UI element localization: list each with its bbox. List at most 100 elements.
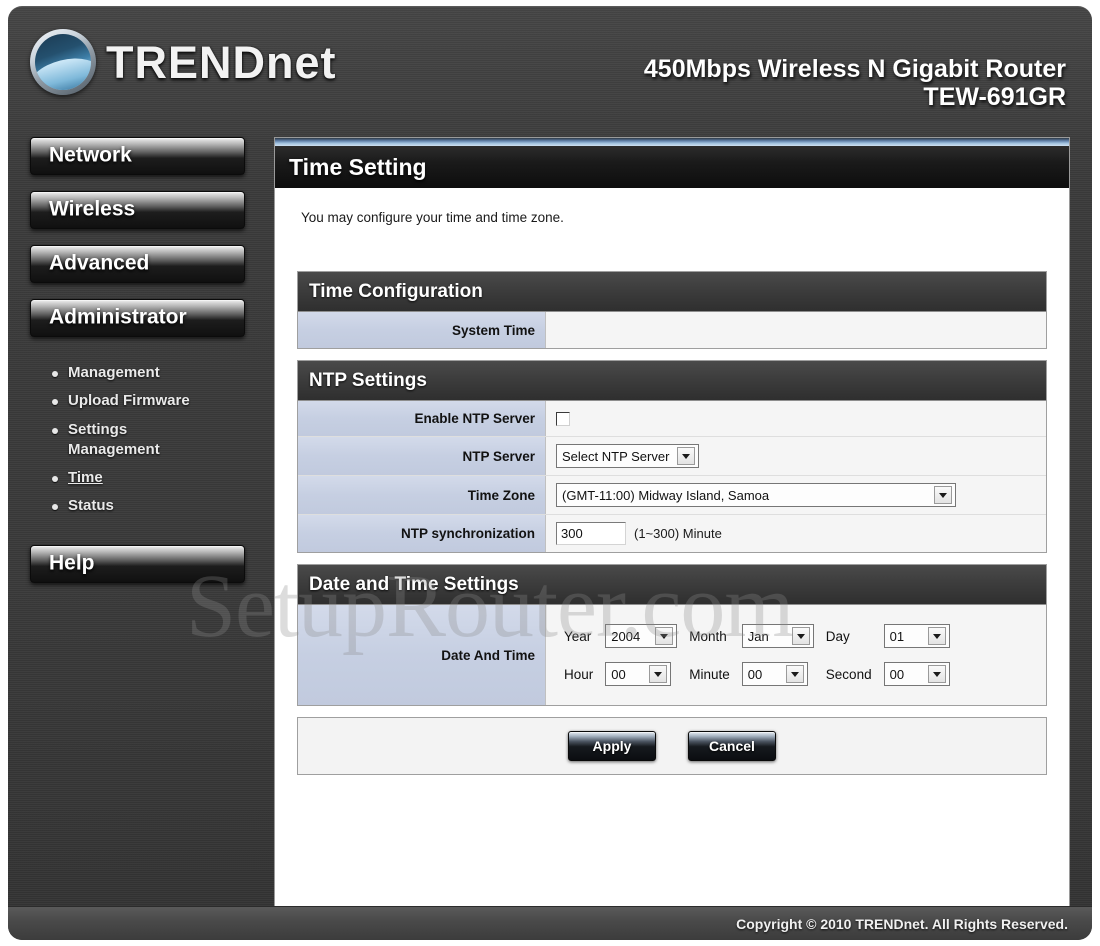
brand-name: TRENDnet bbox=[106, 36, 337, 88]
submenu-item-management-label: Management bbox=[68, 364, 160, 381]
system-time-label: System Time bbox=[451, 322, 535, 338]
month-select[interactable]: Jan bbox=[741, 624, 814, 648]
section-date-time-settings-heading: Date and Time Settings bbox=[309, 573, 519, 595]
row-label-cell: NTP Server bbox=[298, 437, 546, 475]
chevron-down-icon[interactable] bbox=[655, 627, 674, 645]
chevron-down-icon[interactable] bbox=[677, 447, 696, 465]
bullet-icon bbox=[52, 371, 58, 377]
section-header: NTP Settings bbox=[298, 361, 1046, 401]
submenu-item-time-label: Time bbox=[68, 469, 103, 486]
day-label: Day bbox=[825, 628, 850, 644]
sidebar-item-wireless-label: Wireless bbox=[49, 197, 136, 221]
page-footer: Copyright © 2010 TRENDnet. All Rights Re… bbox=[8, 906, 1092, 940]
row-value-cell: Select NTP Server bbox=[546, 437, 1046, 475]
submenu-item-management[interactable]: Management bbox=[30, 359, 252, 387]
submenu-item-settings-management-label: Settings Management bbox=[68, 420, 160, 458]
settings-sections: Time Configuration System Time NTP Setti… bbox=[297, 271, 1047, 775]
form-action-bar: Apply Cancel bbox=[297, 717, 1047, 775]
submenu-item-settings-management[interactable]: Settings Management bbox=[30, 416, 252, 465]
submenu-item-time[interactable]: Time bbox=[30, 464, 252, 492]
row-value-cell bbox=[546, 312, 1046, 348]
ntp-synchronization-label: NTP synchronization bbox=[400, 526, 535, 541]
row-value-cell: (GMT-11:00) Midway Island, Samoa bbox=[546, 476, 1046, 514]
day-value: 01 bbox=[889, 628, 905, 644]
time-zone-select[interactable]: (GMT-11:00) Midway Island, Samoa bbox=[556, 483, 956, 507]
enable-ntp-server-checkbox[interactable] bbox=[556, 411, 570, 426]
ntp-synchronization-input[interactable] bbox=[556, 522, 626, 545]
chevron-down-icon[interactable] bbox=[927, 627, 946, 645]
row-date-and-time: Date And Time Year 2004 Month Jan Day 01… bbox=[298, 605, 1046, 705]
date-time-field-grid: Year 2004 Month Jan Day 01 Hour 00 Minut… bbox=[556, 612, 958, 698]
ntp-server-selected-value: Select NTP Server bbox=[562, 448, 670, 464]
page-title-bar: Time Setting bbox=[275, 146, 1069, 188]
ntp-synchronization-hint: (1~300) Minute bbox=[634, 526, 722, 541]
submenu-item-status[interactable]: Status bbox=[30, 492, 252, 520]
content-body: You may configure your time and time zon… bbox=[275, 188, 1069, 909]
apply-button[interactable]: Apply bbox=[568, 731, 656, 761]
section-ntp-settings-heading: NTP Settings bbox=[309, 369, 427, 391]
globe-icon bbox=[30, 29, 96, 95]
row-label-cell: System Time bbox=[298, 312, 546, 348]
ntp-server-select[interactable]: Select NTP Server bbox=[556, 444, 700, 468]
row-value-cell: Year 2004 Month Jan Day 01 Hour 00 Minut… bbox=[546, 605, 1046, 705]
sidebar-item-network-label: Network bbox=[49, 143, 132, 167]
sidebar-item-wireless[interactable]: Wireless bbox=[30, 191, 245, 229]
section-header: Date and Time Settings bbox=[298, 565, 1046, 605]
submenu-item-upload-firmware-label: Upload Firmware bbox=[68, 392, 190, 410]
hour-select[interactable]: 00 bbox=[605, 662, 672, 686]
sidebar-item-administrator[interactable]: Administrator bbox=[30, 299, 245, 337]
page-description: You may configure your time and time zon… bbox=[301, 210, 564, 225]
brand-logo[interactable]: TRENDnet bbox=[30, 29, 337, 95]
row-ntp-synchronization: NTP synchronization (1~300) Minute bbox=[298, 515, 1046, 552]
section-date-time-settings: Date and Time Settings Date And Time Yea… bbox=[297, 564, 1047, 706]
cancel-button[interactable]: Cancel bbox=[688, 731, 776, 761]
enable-ntp-server-label: Enable NTP Server bbox=[414, 411, 535, 426]
sidebar-item-advanced-label: Advanced bbox=[49, 251, 150, 275]
year-select[interactable]: 2004 bbox=[605, 624, 678, 648]
row-label-cell: Date And Time bbox=[298, 605, 546, 705]
section-ntp-settings: NTP Settings Enable NTP Server NTP Serve… bbox=[297, 360, 1047, 553]
row-system-time: System Time bbox=[298, 312, 1046, 348]
time-zone-label: Time Zone bbox=[467, 487, 535, 503]
chevron-down-icon[interactable] bbox=[785, 665, 804, 683]
product-line-label: 450Mbps Wireless N Gigabit Router bbox=[643, 55, 1066, 83]
row-value-cell: (1~300) Minute bbox=[546, 515, 1046, 552]
accent-bar bbox=[275, 138, 1069, 146]
section-time-configuration-heading: Time Configuration bbox=[309, 280, 483, 302]
cancel-button-label: Cancel bbox=[709, 738, 755, 754]
year-value: 2004 bbox=[611, 628, 641, 644]
chevron-down-icon[interactable] bbox=[927, 665, 946, 683]
router-admin-page: TRENDnet 450Mbps Wireless N Gigabit Rout… bbox=[0, 0, 1100, 946]
hour-label: Hour bbox=[564, 666, 594, 682]
second-value: 00 bbox=[889, 666, 905, 682]
page-title: Time Setting bbox=[289, 153, 427, 180]
section-time-configuration: Time Configuration System Time bbox=[297, 271, 1047, 349]
row-value-cell bbox=[546, 401, 1046, 436]
minute-value: 00 bbox=[747, 666, 763, 682]
copyright-text: Copyright © 2010 TRENDnet. All Rights Re… bbox=[736, 915, 1068, 932]
page-header: TRENDnet 450Mbps Wireless N Gigabit Rout… bbox=[8, 7, 1092, 129]
second-label: Second bbox=[825, 666, 872, 682]
sidebar-item-help-label: Help bbox=[49, 551, 95, 575]
row-label-cell: Enable NTP Server bbox=[298, 401, 546, 436]
minute-label: Minute bbox=[689, 666, 730, 682]
month-value: Jan bbox=[747, 628, 769, 644]
chevron-down-icon[interactable] bbox=[649, 665, 668, 683]
administrator-submenu: Management Upload Firmware Settings Mana… bbox=[30, 353, 252, 529]
submenu-item-upload-firmware[interactable]: Upload Firmware bbox=[30, 387, 252, 415]
apply-button-label: Apply bbox=[592, 738, 632, 754]
sidebar-navigation: Network Wireless Advanced Administrator … bbox=[30, 137, 252, 599]
hour-value: 00 bbox=[611, 666, 626, 682]
chevron-down-icon[interactable] bbox=[791, 627, 810, 645]
sidebar-item-advanced[interactable]: Advanced bbox=[30, 245, 245, 283]
row-time-zone: Time Zone (GMT-11:00) Midway Island, Sam… bbox=[298, 476, 1046, 515]
bullet-icon bbox=[52, 399, 58, 406]
sidebar-item-help[interactable]: Help bbox=[30, 544, 245, 583]
second-select[interactable]: 00 bbox=[883, 662, 950, 686]
chevron-down-icon[interactable] bbox=[934, 486, 952, 504]
sidebar-item-network[interactable]: Network bbox=[30, 137, 245, 175]
day-select[interactable]: 01 bbox=[883, 624, 950, 648]
minute-select[interactable]: 00 bbox=[741, 662, 808, 686]
sidebar-item-administrator-label: Administrator bbox=[49, 305, 187, 329]
month-label: Month bbox=[689, 628, 727, 644]
